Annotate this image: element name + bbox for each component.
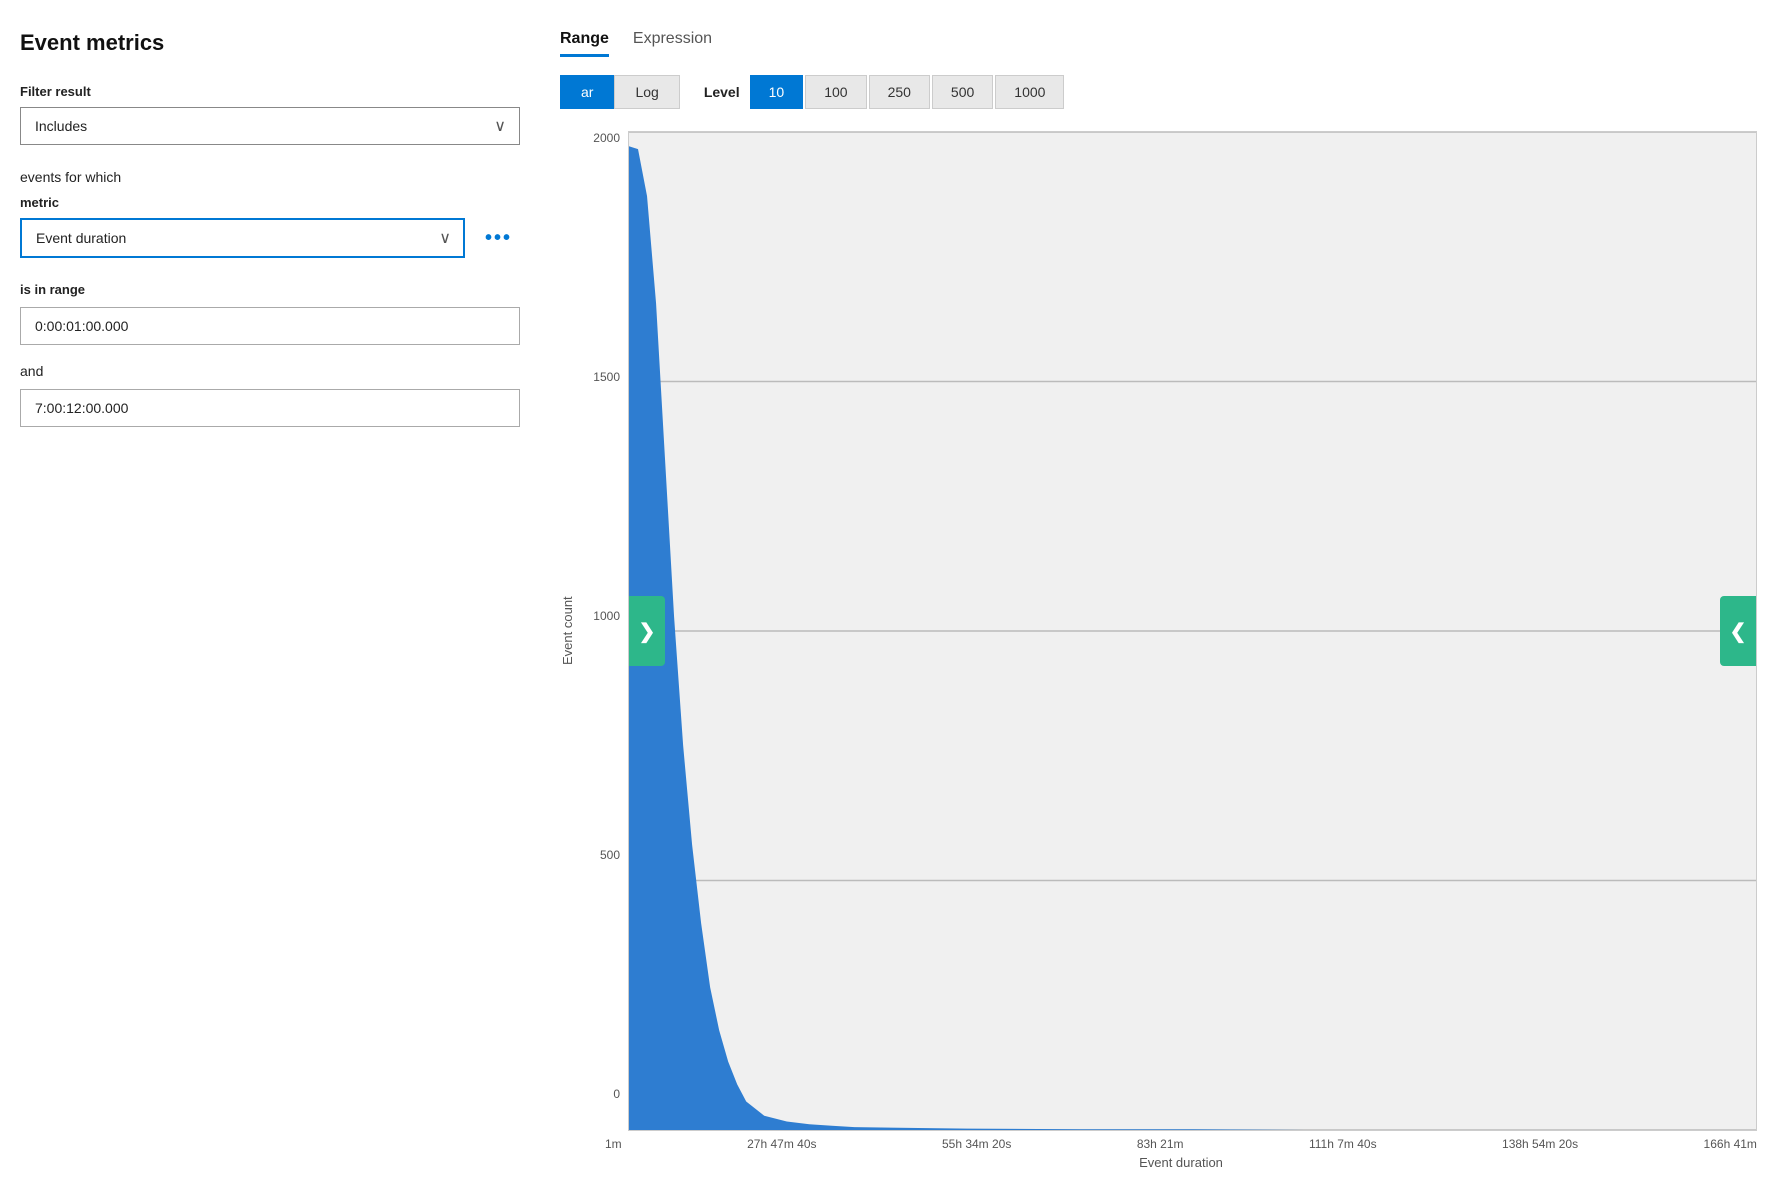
level-btn-500[interactable]: 500 — [932, 75, 993, 109]
main-container: Event metrics Filter result Includes Exc… — [0, 0, 1777, 1190]
metric-ellipsis-button[interactable]: ••• — [477, 223, 520, 254]
tabs-row: Range Expression — [560, 30, 1757, 57]
chart-area: Event count 0 500 1000 1500 2000 — [560, 131, 1757, 1170]
level-btn-100[interactable]: 100 — [805, 75, 866, 109]
level-btn-250[interactable]: 250 — [869, 75, 930, 109]
x-tick-111h: 111h 7m 40s — [1309, 1137, 1377, 1151]
x-tick-138h: 138h 54m 20s — [1502, 1137, 1578, 1151]
filter-result-label: Filter result — [20, 84, 520, 99]
tab-range[interactable]: Range — [560, 30, 609, 57]
chart-with-yaxis: Event count 0 500 1000 1500 2000 — [560, 131, 1757, 1131]
metric-row: Event duration Event count ∨ ••• — [20, 218, 520, 258]
left-handle-arrow-icon: ❯ — [639, 619, 656, 644]
level-btn-10[interactable]: 10 — [750, 75, 804, 109]
y-axis-label: Event count — [560, 131, 575, 1131]
metric-label: metric — [20, 195, 520, 210]
x-tick-55h: 55h 34m 20s — [942, 1137, 1011, 1151]
level-btn-1000[interactable]: 1000 — [995, 75, 1064, 109]
right-handle-arrow-icon: ❮ — [1730, 619, 1747, 644]
y-tick-2000: 2000 — [583, 131, 628, 145]
x-tick-166h: 166h 41m — [1704, 1137, 1757, 1151]
metric-select[interactable]: Event duration Event count — [20, 218, 465, 258]
range-end-input[interactable] — [20, 389, 520, 427]
y-tick-1500: 1500 — [583, 370, 628, 384]
filter-result-select-wrapper: Includes Excludes ∨ — [20, 107, 520, 145]
y-tick-1000: 1000 — [583, 609, 628, 623]
scale-btn-log[interactable]: Log — [614, 75, 679, 109]
events-for-which-label: events for which — [20, 169, 520, 185]
tab-expression[interactable]: Expression — [633, 30, 712, 57]
level-label: Level — [704, 84, 740, 100]
y-tick-500: 500 — [583, 848, 628, 862]
scale-btn-ar[interactable]: ar — [560, 75, 614, 109]
x-axis-area: 1m 27h 47m 40s 55h 34m 20s 83h 21m 111h … — [560, 1131, 1757, 1170]
left-panel: Event metrics Filter result Includes Exc… — [20, 30, 520, 1170]
is-in-range-label: is in range — [20, 282, 520, 297]
panel-title: Event metrics — [20, 30, 520, 56]
x-tick-27h: 27h 47m 40s — [747, 1137, 816, 1151]
filter-result-select[interactable]: Includes Excludes — [20, 107, 520, 145]
chart-wrapper: ❯ ❮ — [628, 131, 1757, 1131]
right-drag-handle[interactable]: ❮ — [1720, 596, 1756, 666]
metric-select-wrapper: Event duration Event count ∨ — [20, 218, 465, 258]
x-ticks: 1m 27h 47m 40s 55h 34m 20s 83h 21m 111h … — [605, 1131, 1757, 1151]
chart-svg — [629, 132, 1756, 1130]
x-tick-83h: 83h 21m — [1137, 1137, 1184, 1151]
and-label: and — [20, 363, 520, 379]
chart-controls: ar Log Level 10 100 250 500 1000 — [560, 75, 1757, 109]
left-drag-handle[interactable]: ❯ — [629, 596, 665, 666]
right-panel: Range Expression ar Log Level 10 100 250… — [560, 30, 1757, 1170]
y-tick-0: 0 — [583, 1087, 628, 1101]
x-tick-1m: 1m — [605, 1137, 622, 1151]
y-ticks-and-chart: 0 500 1000 1500 2000 — [583, 131, 1757, 1131]
range-start-input[interactable] — [20, 307, 520, 345]
y-ticks: 0 500 1000 1500 2000 — [583, 131, 628, 1131]
x-axis-label: Event duration — [605, 1155, 1757, 1170]
